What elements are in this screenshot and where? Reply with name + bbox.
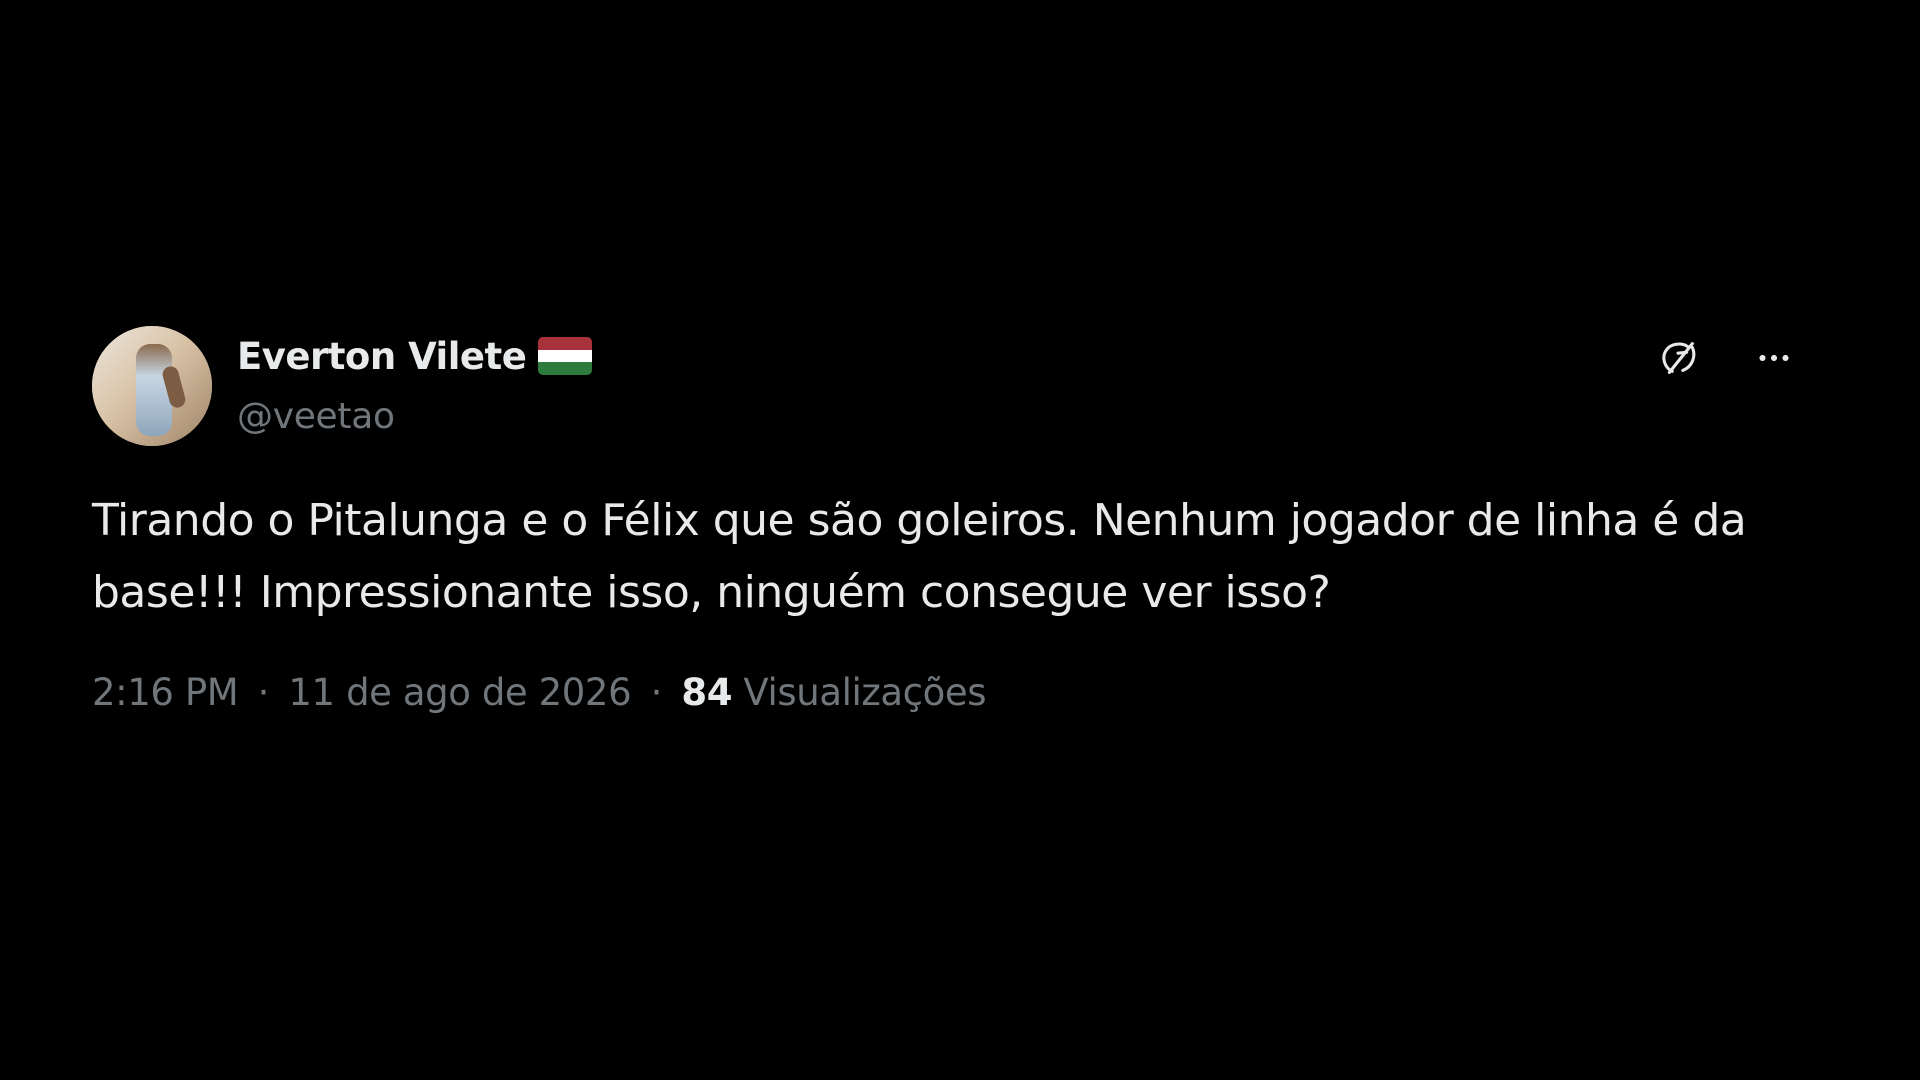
grok-button[interactable] (1652, 332, 1704, 384)
tweet-actions (1652, 332, 1800, 384)
grok-icon (1662, 342, 1696, 374)
views-label: Visualizações (743, 671, 987, 714)
username[interactable]: @veetao (237, 396, 592, 437)
more-icon (1759, 354, 1789, 362)
name-row: Everton Vilete (237, 334, 593, 378)
tweet-time[interactable]: 2:16 PM (92, 671, 239, 714)
separator-dot: · (257, 671, 270, 714)
avatar[interactable] (92, 326, 212, 446)
tweet-text: Tirando o Pitalunga e o Félix que são go… (92, 495, 1747, 618)
tweet-date[interactable]: 11 de ago de 2026 (288, 671, 631, 714)
display-name[interactable]: Everton Vilete (237, 335, 527, 378)
more-button[interactable] (1748, 332, 1800, 384)
tweet-card: Everton Vilete @veetao Tirando o Pitalun… (92, 326, 1792, 746)
views-count: 84 (681, 671, 733, 714)
flag-stripe-white (538, 349, 593, 363)
separator-dot: · (650, 671, 663, 714)
tweet-metadata: 2:16 PM · 11 de ago de 2026 · 84 Visuali… (92, 671, 986, 714)
flag-stripe-green (538, 362, 593, 375)
tweet-header: Everton Vilete @veetao (237, 334, 593, 437)
flag-stripe-red (538, 337, 593, 350)
flag-icon (538, 337, 593, 375)
